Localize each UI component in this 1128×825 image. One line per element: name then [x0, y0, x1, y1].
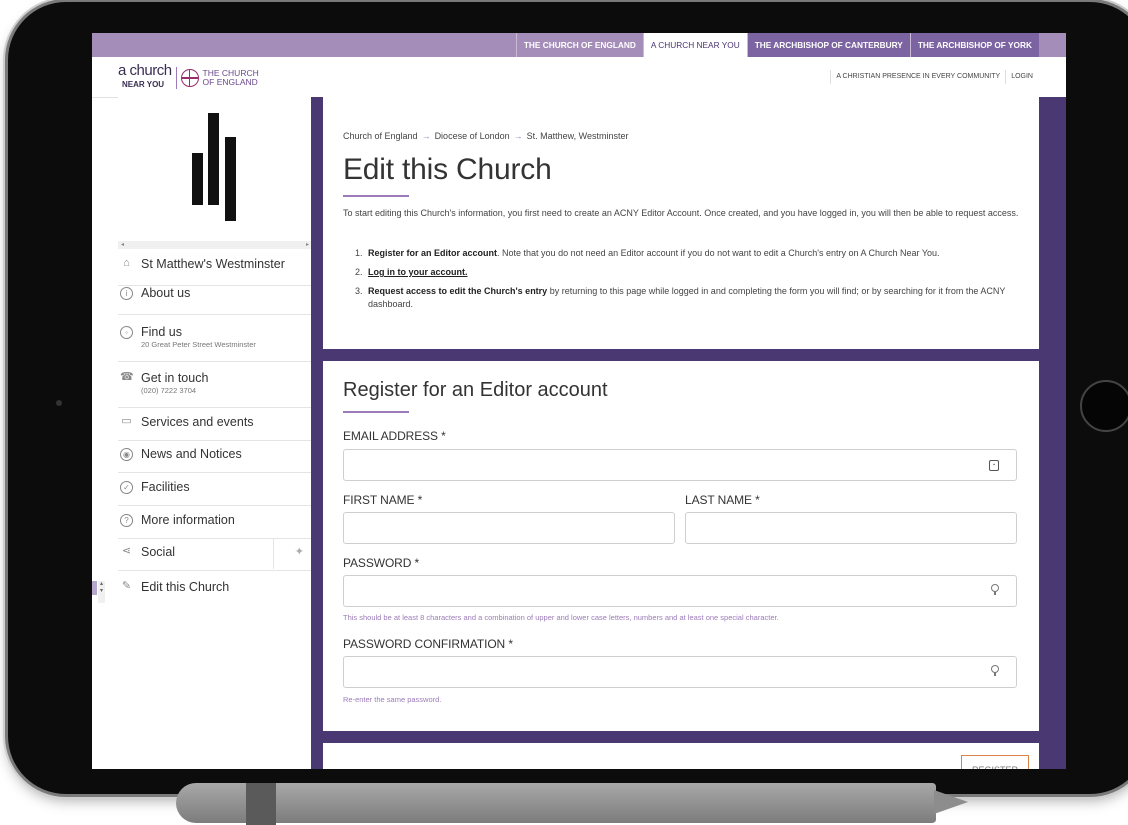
home-button[interactable] [1080, 380, 1128, 432]
list-item: 3. Request access to edit the Church's en… [355, 286, 1006, 309]
password-label: PASSWORD * [343, 556, 420, 570]
password-field[interactable] [343, 575, 1017, 607]
tagline-link[interactable]: A CHRISTIAN PRESENCE IN EVERY COMMUNITY [830, 70, 1005, 84]
mini-scrollbar[interactable]: ▴ ▾ [92, 581, 106, 603]
key-icon [991, 665, 999, 676]
form-title-underline [343, 411, 409, 413]
password-confirm-hint: Re-enter the same password. [343, 695, 442, 704]
stylus-band [246, 783, 276, 825]
steps-list: 1. Register for an Editor account. Note t… [343, 247, 1031, 317]
share-icon: ⋖ [121, 545, 132, 557]
calendar-icon: ▭ [121, 415, 132, 427]
tab-archbishop-york[interactable]: THE ARCHBISHOP OF YORK [909, 33, 1039, 57]
main-content: Church of England → Diocese of London → St. … [311, 97, 1066, 769]
check-circle-icon: ✓ [120, 481, 133, 494]
contact-card-icon: ▪ [989, 460, 999, 471]
last-name-field[interactable] [685, 512, 1017, 544]
horizontal-scrollbar[interactable]: ◂ ▸ [118, 241, 312, 249]
arrow-right-icon: → [513, 131, 523, 141]
camera-icon [56, 400, 62, 406]
sidebar-item-social[interactable]: ⋖ Social ✦ [118, 545, 312, 571]
sidebar-item-find-us[interactable]: ◦ Find us 20 Great Peter Street Westminst… [118, 325, 312, 362]
sidebar-item-get-in-touch[interactable]: ☎ Get in touch (020) 7222 3704 [118, 371, 312, 408]
sidebar-item-about[interactable]: i About us [118, 286, 312, 315]
home-icon: ⌂ [123, 257, 130, 269]
key-icon [991, 584, 999, 595]
page-title: Edit this Church [343, 153, 552, 186]
cross-icon [180, 69, 199, 87]
top-navigation: THE CHURCH OF ENGLAND A CHURCH NEAR YOU … [92, 33, 1066, 57]
login-step-link[interactable]: Log in to your account. [368, 267, 468, 277]
twitter-icon[interactable]: ✦ [295, 545, 304, 558]
church-logo [188, 113, 244, 221]
password-confirm-label: PASSWORD CONFIRMATION * [343, 637, 513, 651]
sidebar-item-news[interactable]: ◉ News and Notices [118, 447, 312, 473]
tab-archbishop-canterbury[interactable]: THE ARCHBISHOP OF CANTERBURY [746, 33, 910, 57]
sidebar-item-facilities[interactable]: ✓ Facilities [118, 480, 312, 506]
password-hint: This should be at least 8 characters and… [343, 613, 779, 622]
list-item: 1. Register for an Editor account. Note t… [355, 248, 940, 258]
acny-logo: a church NEAR YOU [118, 62, 172, 89]
stylus-tip [934, 790, 968, 814]
broadcast-icon: ◉ [120, 448, 133, 461]
arrow-right-icon: → [421, 131, 431, 141]
info-icon: i [120, 287, 133, 300]
intro-text: To start editing this Church's informati… [343, 208, 1019, 218]
sidebar-item-services[interactable]: ▭ Services and events [118, 415, 312, 441]
email-label: EMAIL ADDRESS * [343, 429, 446, 443]
info-panel: Church of England → Diocese of London → St. … [323, 97, 1039, 349]
sidebar-item-edit[interactable]: ✎ Edit this Church [118, 580, 312, 606]
breadcrumb-item[interactable]: Diocese of London [435, 131, 510, 141]
first-name-field[interactable] [343, 512, 675, 544]
sidebar: ◂ ▸ ⌂ St Matthew's Westminster i About us… [118, 97, 312, 769]
pencil-icon: ✎ [121, 580, 132, 592]
email-field[interactable] [343, 449, 1017, 481]
form-actions: REGISTER [323, 743, 1039, 769]
question-icon: ? [120, 514, 133, 527]
phone-icon: ☎ [120, 371, 134, 383]
register-form: Register for an Editor account EMAIL ADD… [323, 361, 1039, 731]
stylus-body [176, 783, 936, 823]
browser-screen: THE CHURCH OF ENGLAND A CHURCH NEAR YOU … [92, 33, 1066, 769]
breadcrumb-item[interactable]: St. Matthew, Westminster [527, 131, 629, 141]
cofe-logo-text: THE CHURCH OF ENGLAND [202, 68, 259, 87]
last-name-label: LAST NAME * [685, 493, 760, 507]
login-link[interactable]: LOGIN [1005, 70, 1038, 84]
sidebar-item-more-info[interactable]: ? More information [118, 513, 312, 539]
breadcrumb: Church of England → Diocese of London → St. … [343, 131, 629, 141]
title-underline [343, 195, 409, 197]
sidebar-item-home[interactable]: ⌂ St Matthew's Westminster [118, 257, 312, 286]
compass-icon: ◦ [120, 326, 133, 339]
register-button[interactable]: REGISTER [961, 755, 1029, 769]
tab-a-church-near-you[interactable]: A CHURCH NEAR YOU [642, 33, 747, 57]
site-logo[interactable]: a church NEAR YOU THE CHURCH OF ENGLAND [118, 62, 259, 91]
brand-bar: a church NEAR YOU THE CHURCH OF ENGLAND A … [92, 57, 1066, 98]
tab-church-of-england[interactable]: THE CHURCH OF ENGLAND [515, 33, 643, 57]
logo-divider [175, 67, 177, 89]
social-divider [273, 539, 274, 569]
list-item[interactable]: 2. Log in to your account. [343, 266, 1031, 279]
password-confirm-field[interactable] [343, 656, 1017, 688]
form-title: Register for an Editor account [343, 379, 608, 401]
first-name-label: FIRST NAME * [343, 493, 423, 507]
breadcrumb-item[interactable]: Church of England [343, 131, 418, 141]
